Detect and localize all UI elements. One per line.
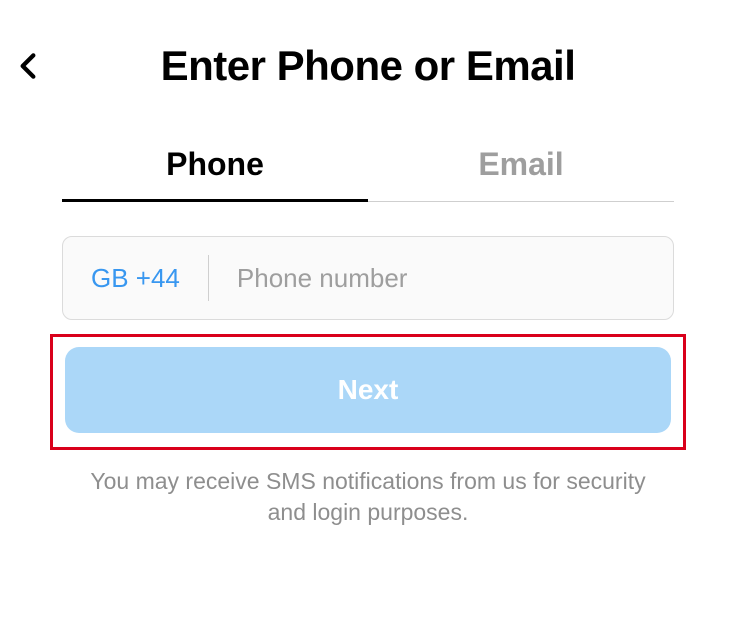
chevron-left-icon — [12, 50, 44, 82]
tabs: Phone Email — [62, 146, 674, 202]
back-button[interactable] — [12, 50, 44, 87]
country-code-selector[interactable]: GB +44 — [91, 263, 208, 294]
next-button[interactable]: Next — [65, 347, 671, 433]
highlight-annotation: Next — [50, 334, 686, 450]
phone-input-row: GB +44 — [62, 236, 674, 320]
tab-email[interactable]: Email — [368, 146, 674, 202]
sms-disclaimer: You may receive SMS notifications from u… — [70, 466, 666, 528]
phone-number-input[interactable] — [209, 237, 645, 319]
tab-phone[interactable]: Phone — [62, 146, 368, 202]
page-title: Enter Phone or Email — [0, 42, 736, 90]
